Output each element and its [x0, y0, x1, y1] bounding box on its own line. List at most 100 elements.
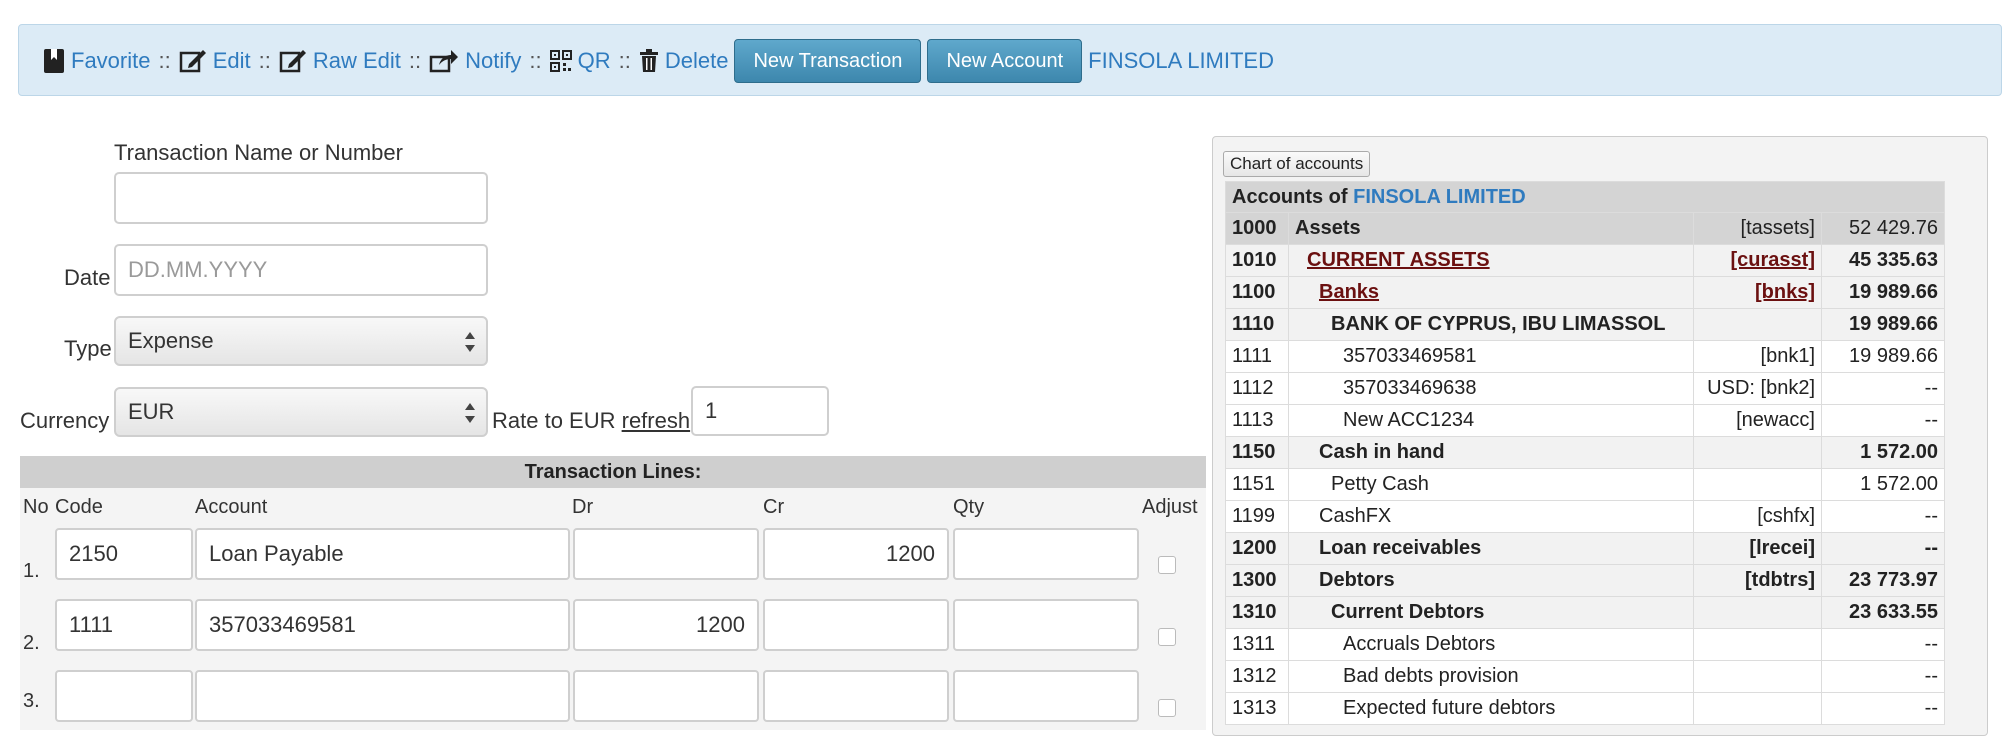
new-transaction-button[interactable]: New Transaction: [734, 39, 922, 83]
account-row[interactable]: 1010 CURRENT ASSETS [curasst] 45 335.63: [1225, 244, 1945, 277]
account-tag-text: [bnks]: [1755, 281, 1815, 303]
account-code: 1312: [1225, 660, 1289, 693]
line-dr-input[interactable]: 1200: [573, 599, 759, 651]
account-row[interactable]: 1100 Banks [bnks] 19 989.66: [1225, 276, 1945, 309]
account-amount-text: --: [1924, 537, 1938, 559]
account-row[interactable]: 1312 Bad debts provision --: [1225, 660, 1945, 693]
line-qty-input[interactable]: [953, 670, 1139, 722]
account-row[interactable]: 1199 CashFX [cshfx] --: [1225, 500, 1945, 533]
account-row[interactable]: 1000 Assets [tassets] 52 429.76: [1225, 212, 1945, 245]
account-amount-text: 52 429.76: [1849, 217, 1938, 239]
accounts-heading: Accounts of FINSOLA LIMITED: [1225, 181, 1945, 213]
line-code-input[interactable]: 1111: [55, 599, 193, 651]
transaction-name-input[interactable]: [114, 172, 488, 224]
account-row[interactable]: 1310 Current Debtors 23 633.55: [1225, 596, 1945, 629]
date-input[interactable]: DD.MM.YYYY: [114, 244, 488, 296]
account-row[interactable]: 1313 Expected future debtors --: [1225, 692, 1945, 725]
account-code-text: 1300: [1232, 569, 1277, 591]
line-adjust-checkbox[interactable]: [1158, 628, 1176, 646]
chart-of-accounts-button[interactable]: Chart of accounts: [1223, 151, 1371, 177]
account-row[interactable]: 1110 BANK OF CYPRUS, IBU LIMASSOL 19 989.6…: [1225, 308, 1945, 341]
notify-link[interactable]: Notify: [429, 48, 521, 74]
account-tag: [bnks]: [1693, 276, 1822, 309]
line-dr-input[interactable]: [573, 528, 759, 580]
account-tag-text: [cshfx]: [1757, 505, 1815, 527]
account-amount-text: --: [1924, 665, 1938, 687]
line-adjust-checkbox[interactable]: [1158, 556, 1176, 574]
account-name-text: BANK OF CYPRUS, IBU LIMASSOL: [1331, 313, 1666, 335]
account-row[interactable]: 1300 Debtors [tdbtrs] 23 773.97: [1225, 564, 1945, 597]
account-code: 1110: [1225, 308, 1289, 341]
account-name: New ACC1234: [1287, 404, 1695, 437]
line-adjust-checkbox[interactable]: [1158, 699, 1176, 717]
account-amount-text: --: [1924, 377, 1938, 399]
new-account-button[interactable]: New Account: [927, 39, 1083, 83]
account-row[interactable]: 1111 357033469581 [bnk1] 19 989.66: [1225, 340, 1945, 373]
separator: ::: [158, 48, 171, 73]
line-number: 3.: [23, 690, 40, 712]
col-header-adjust: Adjust: [1142, 496, 1198, 518]
account-name-text: Accruals Debtors: [1343, 633, 1496, 655]
edit-link[interactable]: Edit: [179, 48, 251, 74]
line-dr-input[interactable]: [573, 670, 759, 722]
account-tag: [tassets]: [1693, 212, 1822, 245]
account-row[interactable]: 1200 Loan receivables [lrecei] --: [1225, 532, 1945, 565]
account-amount-text: 45 335.63: [1849, 249, 1938, 271]
account-amount-text: 23 773.97: [1849, 569, 1938, 591]
account-amount-text: --: [1924, 505, 1938, 527]
account-code-text: 1150: [1232, 441, 1276, 463]
account-amount: 23 633.55: [1821, 596, 1945, 629]
raw-edit-link[interactable]: Raw Edit: [279, 48, 401, 74]
action-toolbar: Favorite :: Edit :: Raw Edit :: Notify :…: [18, 24, 2002, 96]
account-tag: [1693, 692, 1822, 725]
account-tag: [1693, 596, 1822, 629]
line-account-input[interactable]: [195, 670, 570, 722]
account-row[interactable]: 1150 Cash in hand 1 572.00: [1225, 436, 1945, 469]
line-cr-input[interactable]: [763, 599, 949, 651]
account-tag: [curasst]: [1693, 244, 1822, 277]
delete-link[interactable]: Delete: [639, 48, 729, 74]
company-link[interactable]: FINSOLA LIMITED: [1088, 48, 1274, 74]
rate-label-text: Rate to EUR: [492, 408, 616, 433]
currency-select[interactable]: EUR: [114, 387, 488, 437]
type-select[interactable]: Expense: [114, 316, 488, 366]
qr-link[interactable]: QR: [549, 48, 611, 74]
account-code: 1112: [1225, 372, 1289, 405]
line-code-input[interactable]: 2150: [55, 528, 193, 580]
qr-code-icon: [549, 50, 572, 72]
account-row[interactable]: 1112 357033469638 USD: [bnk2] --: [1225, 372, 1945, 405]
refresh-link[interactable]: refresh: [622, 408, 690, 433]
accounts-table: Accounts of FINSOLA LIMITED 1000 Assets [t…: [1225, 181, 1945, 725]
account-row[interactable]: 1151 Petty Cash 1 572.00: [1225, 468, 1945, 501]
account-code-text: 1313: [1232, 697, 1277, 719]
line-qty-input[interactable]: [953, 528, 1139, 580]
line-qty-input[interactable]: [953, 599, 1139, 651]
account-name: CURRENT ASSETS: [1287, 244, 1695, 277]
account-name: Current Debtors: [1287, 596, 1695, 629]
account-row[interactable]: 1311 Accruals Debtors --: [1225, 628, 1945, 661]
account-amount: 19 989.66: [1821, 276, 1945, 309]
account-amount: 45 335.63: [1821, 244, 1945, 277]
line-code-input[interactable]: [55, 670, 193, 722]
account-code: 1151: [1225, 468, 1289, 501]
account-code-text: 1113: [1232, 409, 1274, 431]
separator: ::: [408, 48, 422, 73]
rate-input[interactable]: 1: [691, 386, 829, 436]
line-cr-input[interactable]: 1200: [763, 528, 949, 580]
account-name: Loan receivables: [1287, 532, 1695, 565]
currency-select-value: EUR: [128, 399, 175, 424]
accounts-heading-company[interactable]: FINSOLA LIMITED: [1353, 186, 1526, 208]
type-select-value: Expense: [128, 328, 214, 353]
account-row[interactable]: 1113 New ACC1234 [newacc] --: [1225, 404, 1945, 437]
favorite-label: Favorite: [71, 48, 151, 73]
line-account-input[interactable]: Loan Payable: [195, 528, 570, 580]
account-tag: [1693, 468, 1822, 501]
line-cr-input[interactable]: [763, 670, 949, 722]
account-code-text: 1010: [1232, 249, 1277, 271]
delete-label: Delete: [664, 48, 729, 73]
line-account-input[interactable]: 357033469581: [195, 599, 570, 651]
favorite-link[interactable]: Favorite: [43, 48, 150, 74]
account-tag: [1693, 660, 1822, 693]
col-header-dr: Dr: [572, 496, 594, 518]
account-code-text: 1000: [1232, 217, 1277, 239]
